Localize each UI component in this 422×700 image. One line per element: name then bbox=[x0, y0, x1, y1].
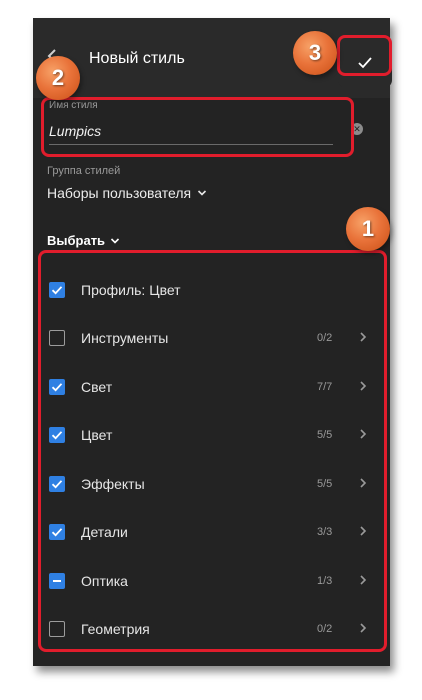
chevron-down-icon bbox=[198, 190, 207, 196]
page-title: Новый стиль bbox=[89, 50, 185, 67]
select-dropdown[interactable]: Выбрать bbox=[47, 233, 120, 248]
annotation-frame-confirm bbox=[337, 35, 392, 76]
style-group-dropdown[interactable]: Наборы пользователя bbox=[47, 185, 207, 201]
select-label: Выбрать bbox=[47, 233, 106, 248]
style-group-label: Группа стилей bbox=[47, 165, 121, 177]
annotation-badge-3: 3 bbox=[293, 31, 337, 75]
chevron-down-icon bbox=[110, 237, 120, 244]
annotation-badge-1: 1 bbox=[346, 207, 390, 251]
annotation-frame-name bbox=[41, 97, 354, 157]
style-group-value: Наборы пользователя bbox=[47, 185, 192, 201]
annotation-frame-list bbox=[38, 250, 387, 652]
annotation-badge-2: 2 bbox=[36, 56, 80, 100]
